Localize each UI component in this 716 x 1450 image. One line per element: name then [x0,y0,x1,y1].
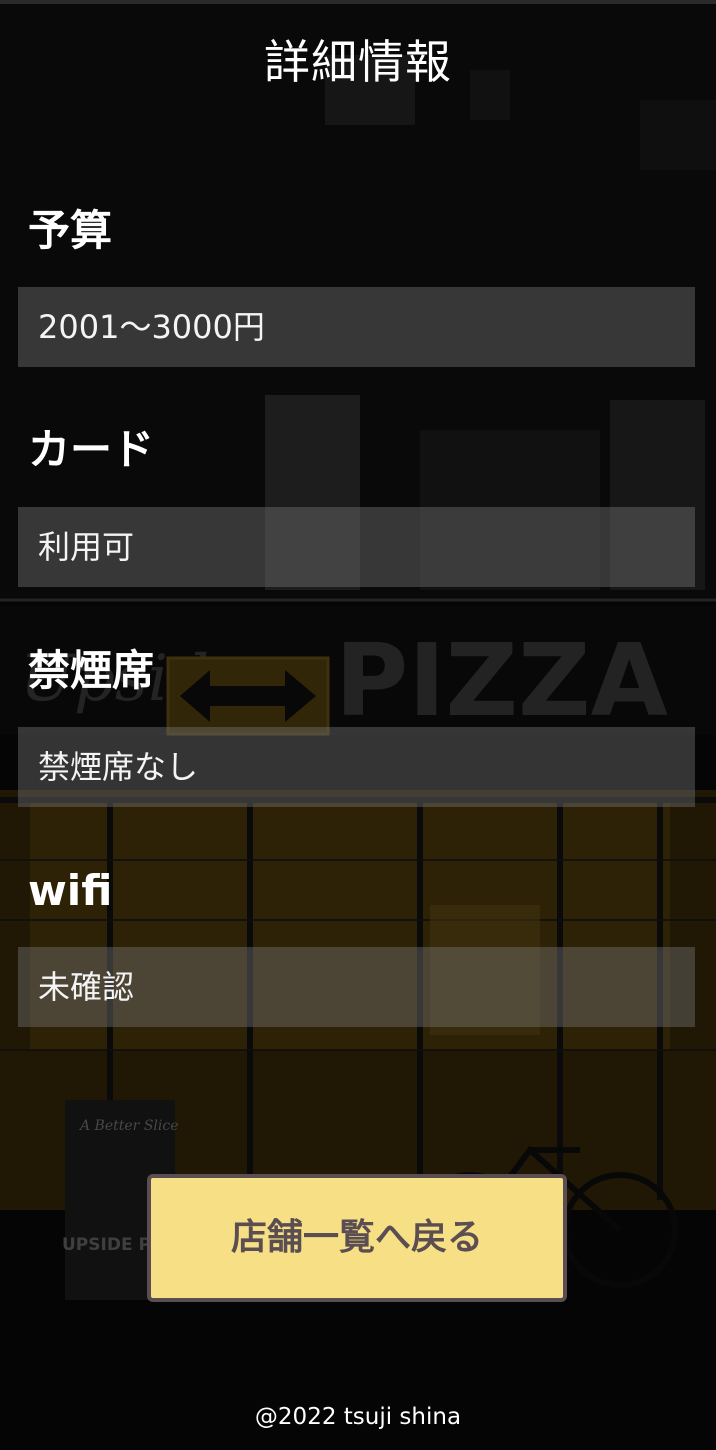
non-smoking-value: 禁煙席なし [18,727,695,807]
budget-value: 2001～3000円 [18,287,695,367]
non-smoking-label: 禁煙席 [28,646,155,695]
card-label: カード [28,425,155,474]
page-title: 詳細情報 [264,35,452,89]
card-value: 利用可 [18,507,695,587]
detail-page: 詳細情報 予算 2001～3000円 カード 利用可 禁煙席 禁煙席なし wif… [0,0,716,1450]
back-to-list-button[interactable]: 店舗一覧へ戻る [147,1174,567,1302]
wifi-value: 未確認 [18,947,695,1027]
footer-copyright: @2022 tsuji shina [254,1404,462,1430]
budget-label: 予算 [28,206,113,255]
wifi-label: wifi [28,866,113,915]
